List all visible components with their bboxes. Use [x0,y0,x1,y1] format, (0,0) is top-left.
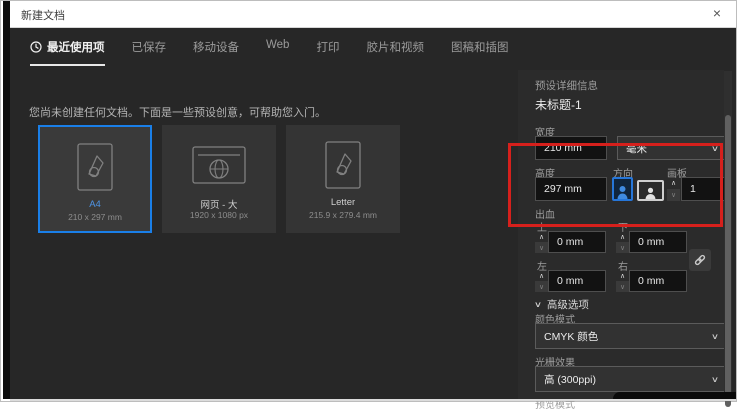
bleed-left-field: ∧ ∨ 0 mm [535,270,606,292]
bleed-left-stepper[interactable]: ∧ ∨ [535,270,548,292]
scrollbar-thumb[interactable] [725,115,731,407]
orientation-landscape-button[interactable] [637,180,664,201]
unit-value: 毫米 [626,141,647,156]
document-name-field[interactable]: 未标题-1 [535,96,582,113]
preset-card-a4[interactable]: A4 210 x 297 mm [38,125,152,233]
landscape-person-icon [645,187,656,199]
advanced-options-label: 高级选项 [547,297,589,312]
tab-bar: 最近使用项 已保存 移动设备 Web 打印 胶片和视频 图稿和插图 [10,28,736,71]
chevron-down-icon[interactable]: ∨ [616,281,629,292]
tab-label: 移动设备 [193,39,239,55]
preset-card-list: A4 210 x 297 mm 网页 - 大 1920 x 1080 px [38,125,400,233]
preset-name: A4 [40,199,150,210]
panel-title: 预设详细信息 [535,78,598,93]
tab-label: 胶片和视频 [366,39,424,55]
unit-dropdown[interactable]: 毫米 ∨ [617,136,727,160]
tab-mobile[interactable]: 移动设备 [193,39,239,64]
clock-icon [30,41,42,53]
preset-card-letter[interactable]: Letter 215.9 x 279.4 mm [286,125,400,233]
window-left-edge [3,1,10,399]
chevron-down-icon[interactable]: ∨ [616,242,629,253]
raster-effects-dropdown[interactable]: 高 (300ppi) ∨ [535,366,727,392]
height-input[interactable]: 297 mm [535,177,607,201]
chevron-up-icon[interactable]: ∧ [667,177,680,189]
bleed-left-input[interactable]: 0 mm [548,270,606,292]
tab-label: 最近使用项 [47,39,105,55]
window-title: 新建文档 [21,7,65,23]
color-mode-value: CMYK 颜色 [544,329,598,344]
chevron-up-icon[interactable]: ∧ [616,231,629,242]
bleed-bottom-stepper[interactable]: ∧ ∨ [616,231,629,253]
orientation-buttons [612,177,664,201]
chevron-up-icon[interactable]: ∧ [535,231,548,242]
bleed-right-stepper[interactable]: ∧ ∨ [616,270,629,292]
bleed-top-stepper[interactable]: ∧ ∨ [535,231,548,253]
chevron-up-icon[interactable]: ∧ [535,270,548,281]
preset-name: 网页 - 大 [162,197,276,211]
color-mode-dropdown[interactable]: CMYK 颜色 ∨ [535,323,727,349]
bleed-right-input[interactable]: 0 mm [629,270,687,292]
chevron-down-icon[interactable]: ∨ [535,281,548,292]
raster-effects-value: 高 (300ppi) [544,372,596,387]
new-document-dialog: 新建文档 × 最近使用项 已保存 移动设备 Web 打印 胶片和视频 图稿和插图… [0,0,737,402]
bleed-right-field: ∧ ∨ 0 mm [616,270,687,292]
panel-scrollbar[interactable] [724,71,732,399]
preset-dims: 215.9 x 279.4 mm [286,210,400,220]
close-icon[interactable]: × [707,4,727,24]
bleed-bottom-input[interactable]: 0 mm [629,231,687,253]
document-icon [40,141,150,193]
preset-details-panel: 预设详细信息 未标题-1 宽度 210 mm 毫米 ∨ 高度 方向 画板 297… [518,70,724,399]
chevron-down-icon: ∨ [711,144,719,153]
chevron-up-icon[interactable]: ∧ [616,270,629,281]
tab-label: 图稿和插图 [451,39,509,55]
width-input[interactable]: 210 mm [535,136,607,160]
preset-card-web-large[interactable]: 网页 - 大 1920 x 1080 px [162,125,276,233]
web-globe-icon [162,139,276,191]
overlapping-popup-corner [613,392,736,399]
window-bottom-edge [10,399,736,401]
chevron-down-icon: ∨ [711,332,719,341]
tab-web[interactable]: Web [266,39,289,60]
tab-label: Web [266,39,289,51]
orientation-portrait-button[interactable] [612,177,633,201]
artboard-stepper[interactable]: ∧ ∨ [667,177,680,201]
dialog-content: 最近使用项 已保存 移动设备 Web 打印 胶片和视频 图稿和插图 您尚未创建任… [10,28,736,399]
tab-film-video[interactable]: 胶片和视频 [366,39,424,64]
bleed-link-button[interactable] [689,249,711,271]
tab-label: 打印 [316,39,339,55]
chevron-down-icon: ∨ [534,300,542,309]
tab-art-illustration[interactable]: 图稿和插图 [451,39,509,64]
advanced-options-toggle[interactable]: ∨ 高级选项 [535,297,589,312]
document-icon [286,139,400,191]
tab-recent[interactable]: 最近使用项 [30,39,105,66]
preset-name: Letter [286,197,400,208]
bleed-top-field: ∧ ∨ 0 mm [535,231,606,253]
link-icon [693,253,707,267]
chevron-down-icon: ∨ [711,375,719,384]
tab-print[interactable]: 打印 [316,39,339,64]
chevron-down-icon[interactable]: ∨ [535,242,548,253]
intro-text: 您尚未创建任何文档。下面是一些预设创意，可帮助您入门。 [29,104,326,120]
bleed-top-input[interactable]: 0 mm [548,231,606,253]
tab-label: 已保存 [132,39,167,55]
chevron-down-icon[interactable]: ∨ [667,189,680,201]
titlebar: 新建文档 × [10,1,736,28]
bleed-bottom-field: ∧ ∨ 0 mm [616,231,687,253]
tab-saved[interactable]: 已保存 [132,39,167,64]
portrait-person-icon [617,185,628,199]
preset-dims: 210 x 297 mm [40,212,150,222]
artboard-input[interactable]: 1 [681,177,727,201]
preset-dims: 1920 x 1080 px [162,210,276,220]
